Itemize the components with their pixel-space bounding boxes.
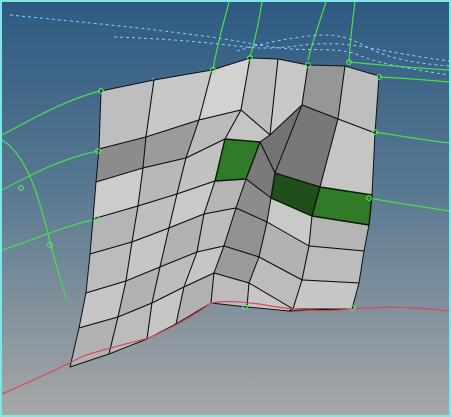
cad-viewport[interactable] — [0, 0, 451, 417]
mesh-face[interactable] — [292, 279, 360, 310]
mesh-face[interactable] — [301, 245, 365, 284]
mesh-scene[interactable] — [2, 2, 449, 415]
